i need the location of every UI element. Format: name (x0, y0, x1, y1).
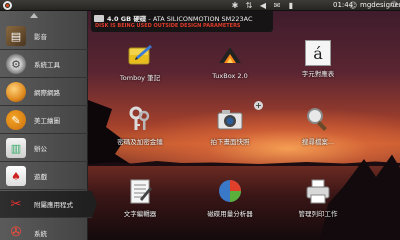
hard-disk-icon (94, 15, 104, 22)
launcher-label: 拍下畫面快照 (210, 138, 250, 146)
launcher-tomboy[interactable]: Tomboy 筆記 (105, 40, 175, 92)
launcher-passwords-keys[interactable]: 密碼及加密金鑰 (105, 104, 175, 156)
launcher-label: 密碼及加密金鑰 (117, 138, 163, 146)
launcher-disk-usage[interactable]: 磁碟用量分析器 (195, 176, 265, 228)
launcher-label: 文字編輯器 (123, 210, 157, 218)
system-tools-icon: ⚙ (6, 54, 26, 74)
sidebar-item-label: 辦公 (34, 145, 47, 153)
sidebar-item-label: 美工繪圖 (34, 117, 60, 125)
volume-icon[interactable]: ◀ (258, 1, 268, 10)
sidebar-item-system[interactable]: ✇ 系統 (0, 219, 88, 240)
category-sidebar: ▤ 影音 ⚙ 系統工具 網際網路 ✎ 美工繪圖 ▥ 辦公 ♠ 遊戲 ✂ 附屬應用… (0, 11, 97, 240)
launcher-label: 搜尋檔案... (301, 138, 335, 146)
sidebar-item-games[interactable]: ♠ 遊戲 (0, 163, 88, 190)
office-icon: ▥ (6, 138, 26, 158)
sidebar-item-media[interactable]: ▤ 影音 (0, 23, 88, 50)
collapse-arrow-icon[interactable] (30, 13, 38, 18)
launcher-label: 磁碟用量分析器 (207, 210, 253, 218)
notification-warning: DISK IS BEING USED OUTSIDE DESIGN PARAME… (95, 23, 241, 29)
launcher-tuxbox[interactable]: TuxBox 2.0 (195, 40, 265, 92)
system-tray: ✱ ⇅ ◀ ✉ ▮ (230, 0, 296, 11)
media-icon: ▤ (6, 26, 26, 46)
disk-warning-notification[interactable]: 4.0 GB 硬碟 - ATA SILICONMOTION SM223AC DI… (91, 11, 273, 32)
tuxbox-icon (215, 40, 245, 70)
camera-icon (215, 104, 245, 134)
mail-icon[interactable]: ✉ (272, 1, 282, 10)
add-to-favorites-icon[interactable]: + (254, 101, 263, 110)
sidebar-item-office[interactable]: ▥ 辦公 (0, 135, 88, 162)
notification-title: 4.0 GB 硬碟 - ATA SILICONMOTION SM223AC (107, 15, 253, 23)
launcher-search-files[interactable]: 搜尋檔案... (283, 104, 353, 156)
internet-icon (6, 82, 26, 102)
network-icon[interactable]: ⇅ (244, 1, 254, 10)
character-glyph: á (313, 43, 323, 63)
printer-icon (303, 176, 333, 206)
sidebar-item-system-tools[interactable]: ⚙ 系統工具 (0, 51, 88, 78)
launcher-character-map[interactable]: á 字元對應表 (283, 40, 353, 92)
power-icon[interactable]: ⏻ (389, 0, 399, 9)
keys-icon (125, 104, 155, 134)
accessories-icon: ✂ (10, 196, 22, 212)
notes-icon (125, 40, 155, 70)
sidebar-item-label: 網際網路 (34, 89, 60, 97)
system-icon: ✇ (10, 225, 22, 240)
launcher-text-editor[interactable]: 文字編輯器 (105, 176, 175, 228)
ubuntu-logo-icon[interactable] (3, 1, 12, 10)
text-editor-icon (125, 176, 155, 206)
sidebar-item-internet[interactable]: 網際網路 (0, 79, 88, 106)
user-icon: ☺ (348, 1, 358, 10)
graphics-icon: ✎ (6, 110, 26, 130)
sidebar-item-label: 影音 (34, 33, 47, 41)
sidebar-item-label: 系統 (34, 229, 47, 238)
launcher-label: 字元對應表 (301, 70, 335, 78)
sidebar-item-accessories[interactable]: ✂ 附屬應用程式 (0, 191, 97, 218)
launcher-print-jobs[interactable]: 管理列印工作 (283, 176, 353, 228)
disk-usage-icon (215, 176, 245, 206)
games-icon: ♠ (6, 166, 26, 186)
sidebar-item-label: 系統工具 (34, 61, 60, 69)
launcher-label: TuxBox 2.0 (212, 72, 248, 80)
top-panel: ✱ ⇅ ◀ ✉ ▮ 01:44 ☺ mgdesigner ⏻ (0, 0, 400, 11)
sidebar-item-label: 遊戲 (34, 173, 47, 181)
character-map-icon: á (305, 40, 331, 66)
launcher-label: Tomboy 筆記 (119, 74, 161, 82)
launcher-label: 管理列印工作 (298, 210, 338, 218)
search-icon (303, 104, 333, 134)
sidebar-item-graphics[interactable]: ✎ 美工繪圖 (0, 107, 88, 134)
launcher-screenshot[interactable]: 拍下畫面快照 (195, 104, 265, 156)
sidebar-item-label: 附屬應用程式 (34, 201, 73, 209)
battery-icon[interactable]: ▮ (286, 1, 296, 10)
bluetooth-icon[interactable]: ✱ (230, 1, 240, 10)
